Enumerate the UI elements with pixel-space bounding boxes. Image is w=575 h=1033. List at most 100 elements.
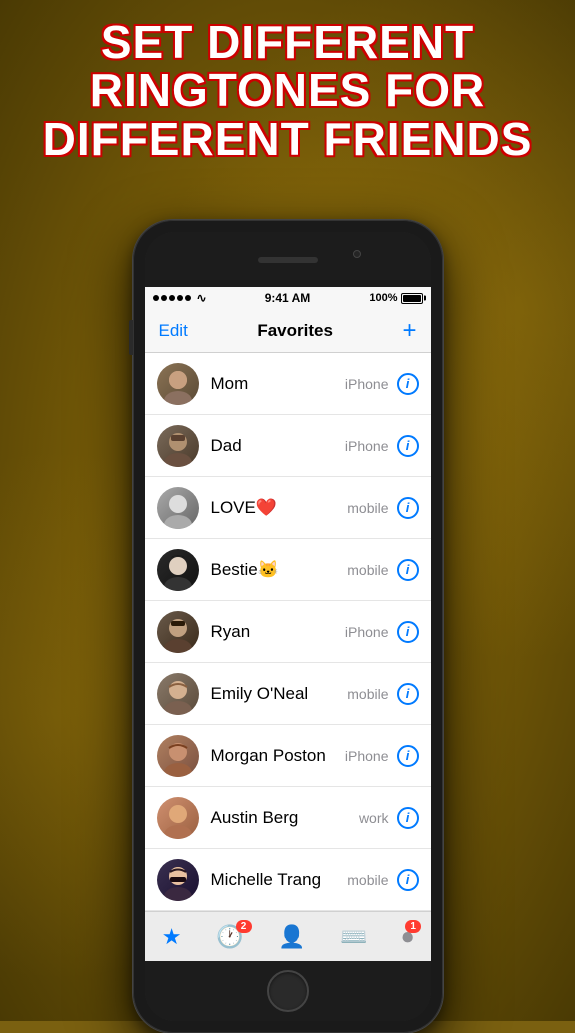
contact-type: mobile — [347, 562, 388, 578]
contact-type: iPhone — [345, 748, 389, 764]
battery-percent: 100% — [369, 292, 397, 304]
info-button[interactable]: i — [397, 683, 419, 705]
avatar — [157, 549, 199, 591]
contact-info: Ryan — [211, 622, 345, 642]
contact-row[interactable]: Austin Berg work i — [145, 787, 431, 849]
status-time: 9:41 AM — [265, 291, 311, 305]
contact-right: mobile i — [347, 683, 418, 705]
phone-camera — [353, 250, 361, 258]
tab-bar: ★ 🕐 2 👤 ⌨️ ⏺ 1 — [145, 911, 431, 961]
contact-right: iPhone i — [345, 373, 419, 395]
nav-bar: Edit Favorites + — [145, 309, 431, 353]
home-button[interactable] — [267, 970, 309, 1012]
contact-name: Dad — [211, 436, 345, 456]
edit-button[interactable]: Edit — [159, 321, 188, 341]
contact-row[interactable]: Michelle Trang mobile i — [145, 849, 431, 911]
avatar — [157, 673, 199, 715]
phone-outer: ∿ 9:41 AM 100% Edit Favorites + — [133, 220, 443, 1033]
voicemail-badge: 1 — [405, 920, 421, 933]
contact-right: mobile i — [347, 869, 418, 891]
tab-voicemail[interactable]: ⏺ 1 — [402, 924, 413, 950]
status-signal: ∿ — [153, 291, 207, 305]
headline-banner: SET DIFFERENTRINGTONES FORDIFFERENT FRIE… — [10, 18, 565, 163]
contact-type: mobile — [347, 686, 388, 702]
contact-row[interactable]: Emily O'Neal mobile i — [145, 663, 431, 725]
contact-list: Mom iPhone i — [145, 353, 431, 911]
contact-row[interactable]: Mom iPhone i — [145, 353, 431, 415]
phone-inner: ∿ 9:41 AM 100% Edit Favorites + — [145, 232, 431, 1021]
info-button[interactable]: i — [397, 621, 419, 643]
phone-mockup: ∿ 9:41 AM 100% Edit Favorites + — [133, 220, 443, 1033]
contact-row[interactable]: Dad iPhone i — [145, 415, 431, 477]
wifi-icon: ∿ — [197, 291, 207, 305]
keypad-icon: ⌨️ — [340, 924, 367, 950]
tab-contacts[interactable]: 👤 — [278, 924, 305, 950]
contact-row[interactable]: Ryan iPhone i — [145, 601, 431, 663]
add-button[interactable]: + — [402, 317, 416, 345]
nav-title: Favorites — [257, 321, 333, 341]
contact-row[interactable]: Morgan Poston iPhone i — [145, 725, 431, 787]
phone-speaker — [258, 257, 318, 263]
contact-type: iPhone — [345, 438, 389, 454]
contact-type: mobile — [347, 872, 388, 888]
info-button[interactable]: i — [397, 807, 419, 829]
contact-right: mobile i — [347, 559, 418, 581]
contact-right: iPhone i — [345, 745, 419, 767]
dot-3 — [169, 295, 175, 301]
avatar — [157, 487, 199, 529]
info-button[interactable]: i — [397, 435, 419, 457]
contact-name: Ryan — [211, 622, 345, 642]
contact-right: work i — [359, 807, 419, 829]
contact-type: work — [359, 810, 389, 826]
dot-5 — [185, 295, 191, 301]
info-button[interactable]: i — [397, 745, 419, 767]
contact-row[interactable]: LOVE❤️ mobile i — [145, 477, 431, 539]
dot-2 — [161, 295, 167, 301]
avatar — [157, 363, 199, 405]
contact-name: Bestie🐱 — [211, 560, 348, 580]
contact-right: mobile i — [347, 497, 418, 519]
favorites-icon: ★ — [162, 924, 182, 950]
info-button[interactable]: i — [397, 373, 419, 395]
info-button[interactable]: i — [397, 497, 419, 519]
contact-right: iPhone i — [345, 621, 419, 643]
info-button[interactable]: i — [397, 559, 419, 581]
battery-icon — [401, 293, 423, 304]
phone-bottom-bar — [145, 961, 431, 1021]
contact-info: Dad — [211, 436, 345, 456]
avatar — [157, 859, 199, 901]
contact-name: Morgan Poston — [211, 746, 345, 766]
tab-keypad[interactable]: ⌨️ — [340, 924, 367, 950]
status-battery-area: 100% — [369, 292, 422, 304]
contact-info: Mom — [211, 374, 345, 394]
contact-row[interactable]: Bestie🐱 mobile i — [145, 539, 431, 601]
contacts-icon: 👤 — [278, 924, 305, 950]
phone-top-bar — [145, 232, 431, 287]
recents-badge: 2 — [236, 920, 252, 933]
contact-type: mobile — [347, 500, 388, 516]
avatar — [157, 735, 199, 777]
contact-type: iPhone — [345, 624, 389, 640]
contact-name: LOVE❤️ — [211, 498, 348, 518]
contact-right: iPhone i — [345, 435, 419, 457]
status-bar: ∿ 9:41 AM 100% — [145, 287, 431, 309]
contact-type: iPhone — [345, 376, 389, 392]
avatar — [157, 611, 199, 653]
battery-fill — [403, 295, 421, 302]
info-button[interactable]: i — [397, 869, 419, 891]
contact-info: Michelle Trang — [211, 870, 348, 890]
avatar — [157, 797, 199, 839]
contact-info: Austin Berg — [211, 808, 359, 828]
dot-1 — [153, 295, 159, 301]
contact-name: Emily O'Neal — [211, 684, 348, 704]
contact-info: Emily O'Neal — [211, 684, 348, 704]
signal-dots — [153, 295, 191, 301]
headline-text: SET DIFFERENTRINGTONES FORDIFFERENT FRIE… — [10, 18, 565, 163]
tab-favorites[interactable]: ★ — [162, 924, 182, 950]
contact-info: Bestie🐱 — [211, 560, 348, 580]
contact-info: LOVE❤️ — [211, 498, 348, 518]
avatar — [157, 425, 199, 467]
contact-name: Mom — [211, 374, 345, 394]
contact-name: Michelle Trang — [211, 870, 348, 890]
tab-recents[interactable]: 🕐 2 — [216, 924, 243, 950]
